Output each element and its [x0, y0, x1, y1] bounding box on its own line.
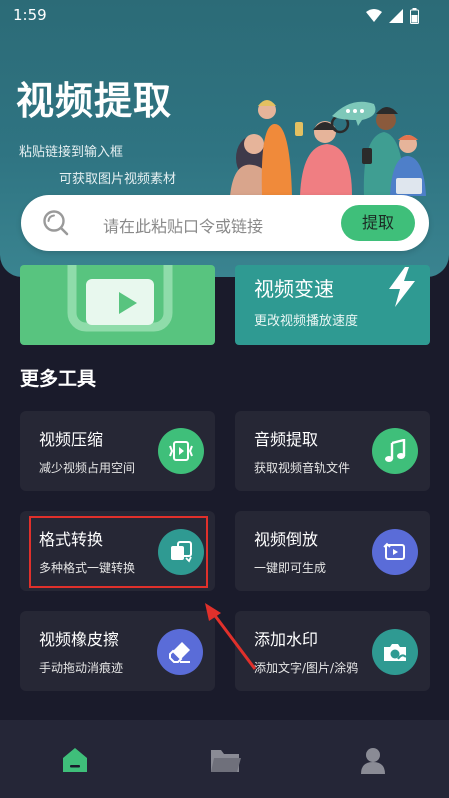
- people-illustration: [230, 100, 426, 196]
- feature-card-speed[interactable]: 视频变速 更改视频播放速度: [235, 265, 430, 345]
- header-subtitle-2: 可获取图片视频素材: [59, 172, 177, 187]
- search-bar[interactable]: 请在此粘贴口令或链接 提取: [21, 195, 429, 251]
- camera-watermark-icon: [372, 629, 418, 675]
- feature-card-desc: 更改视频播放速度: [254, 314, 359, 329]
- tool-card-audio-extract[interactable]: 音频提取 获取视频音轨文件: [235, 411, 430, 491]
- status-bar: 1:59: [0, 0, 449, 32]
- pointer-arrow-icon: [205, 603, 257, 670]
- tool-name: 视频橡皮擦: [39, 630, 120, 649]
- tool-desc: 获取视频音轨文件: [254, 461, 351, 475]
- extract-button[interactable]: 提取: [341, 205, 415, 241]
- music-note-icon: [372, 428, 418, 474]
- nav-home[interactable]: [55, 740, 95, 780]
- feature-card-video[interactable]: [20, 265, 215, 345]
- tool-desc: 添加文字/图片/涂鸦: [254, 661, 359, 675]
- nav-files[interactable]: [205, 740, 245, 780]
- search-icon: [43, 210, 69, 236]
- tool-desc: 一键即可生成: [254, 561, 327, 575]
- search-input[interactable]: 请在此粘贴口令或链接: [103, 213, 263, 237]
- section-title-more-tools: 更多工具: [20, 368, 97, 390]
- tool-name: 视频倒放: [254, 530, 319, 549]
- tool-card-video-eraser[interactable]: 视频橡皮擦 手动拖动消痕迹: [20, 611, 215, 691]
- tool-card-video-reverse[interactable]: 视频倒放 一键即可生成: [235, 511, 430, 591]
- profile-icon: [361, 748, 385, 774]
- lightning-icon: [389, 267, 415, 307]
- wifi-icon: [366, 9, 382, 22]
- tool-name: 音频提取: [254, 430, 319, 449]
- status-time: 1:59: [13, 6, 47, 24]
- tool-card-video-compress[interactable]: 视频压缩 减少视频占用空间: [20, 411, 215, 491]
- header-subtitle-1: 粘贴链接到输入框: [19, 145, 124, 160]
- tool-name: 视频压缩: [39, 430, 104, 449]
- tool-desc: 手动拖动消痕迹: [39, 661, 124, 675]
- video-play-icon: [67, 265, 173, 332]
- highlight-box: [29, 516, 208, 588]
- battery-icon: [410, 8, 419, 24]
- nav-profile[interactable]: [353, 740, 393, 780]
- signal-icon: [389, 9, 403, 23]
- bottom-navigation: [0, 720, 449, 798]
- video-compress-icon: [158, 428, 204, 474]
- status-icons: [366, 8, 419, 24]
- home-icon: [63, 748, 87, 772]
- feature-card-title: 视频变速: [254, 277, 334, 301]
- tool-desc: 减少视频占用空间: [39, 461, 136, 475]
- page-title: 视频提取: [16, 79, 173, 123]
- folder-icon: [211, 750, 241, 772]
- reverse-play-icon: [372, 529, 418, 575]
